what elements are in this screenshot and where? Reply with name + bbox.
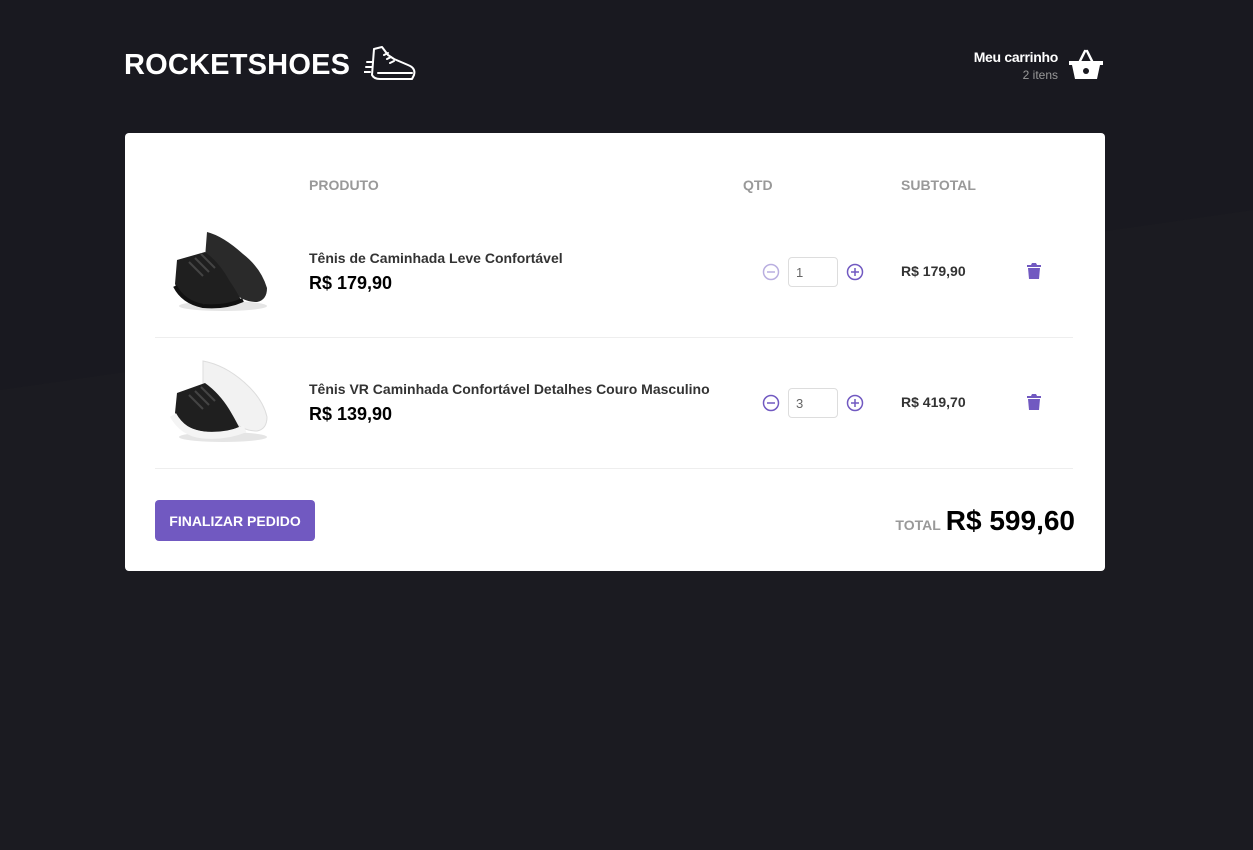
total-value: R$ 599,60 <box>945 504 1075 536</box>
cart-title: Meu carrinho <box>973 48 1059 65</box>
plus-circle-icon <box>846 394 864 412</box>
plus-circle-icon <box>846 263 864 281</box>
header-product: PRODUTO <box>309 177 379 193</box>
header-delete <box>1007 163 1073 207</box>
cart-info: Meu carrinho 2 itens <box>973 48 1059 82</box>
product-price: R$ 139,90 <box>309 404 393 424</box>
subtotal-cell: R$ 179,90 <box>901 207 1007 338</box>
quantity-stepper <box>743 388 901 418</box>
minus-circle-icon <box>762 394 780 412</box>
header-qty: QTD <box>743 177 773 193</box>
row-subtotal: R$ 419,70 <box>901 394 966 410</box>
quantity-stepper <box>743 257 901 287</box>
subtotal-cell: R$ 419,70 <box>901 338 1007 469</box>
trash-icon <box>1027 262 1041 279</box>
logo-text: ROCKETSHOES <box>124 48 351 81</box>
delete-cell <box>1007 338 1073 469</box>
finish-order-button[interactable]: FINALIZAR PEDIDO <box>155 500 315 541</box>
header-image <box>155 163 295 207</box>
product-info-cell: Tênis VR Caminhada Confortável Detalhes … <box>295 338 743 469</box>
row-subtotal: R$ 179,90 <box>901 263 966 279</box>
header-subtotal: SUBTOTAL <box>901 177 976 193</box>
logo-link[interactable]: ROCKETSHOES <box>124 45 418 85</box>
shopping-basket-icon <box>1069 49 1103 79</box>
cart-link[interactable]: Meu carrinho 2 itens <box>974 49 1104 82</box>
table-header-row: PRODUTO QTD SUBTOTAL <box>155 163 1073 207</box>
black-sneaker-image <box>173 232 267 311</box>
delete-button[interactable] <box>1027 393 1041 413</box>
table-row: Tênis VR Caminhada Confortável Detalhes … <box>155 338 1073 469</box>
trash-icon <box>1027 393 1041 410</box>
increment-button[interactable] <box>846 263 864 281</box>
total-label: TOTAL <box>895 516 941 533</box>
table-row: Tênis de Caminhada Leve Confortável R$ 1… <box>155 207 1073 338</box>
delete-button[interactable] <box>1027 262 1041 282</box>
cart-footer: FINALIZAR PEDIDO TOTAL R$ 599,60 <box>155 500 1075 541</box>
total: TOTAL R$ 599,60 <box>895 505 1075 537</box>
header: ROCKETSHOES Meu carrinho 2 itens <box>124 40 1104 90</box>
cart-table: PRODUTO QTD SUBTOTAL Tênis de Caminhada … <box>155 163 1073 469</box>
product-name: Tênis VR Caminhada Confortável Detalhes … <box>309 381 710 397</box>
delete-cell <box>1007 207 1073 338</box>
product-price: R$ 179,90 <box>309 273 393 293</box>
cart-count: 2 itens <box>1022 67 1058 82</box>
product-info-cell: Tênis de Caminhada Leve Confortável R$ 1… <box>295 207 743 338</box>
quantity-cell <box>743 338 901 469</box>
running-shoe-icon <box>364 46 416 80</box>
increment-button[interactable] <box>846 394 864 412</box>
black-white-sneaker-image <box>169 360 268 442</box>
decrement-button[interactable] <box>762 394 780 412</box>
quantity-cell <box>743 207 901 338</box>
product-name: Tênis de Caminhada Leve Confortável <box>309 250 563 266</box>
quantity-input[interactable] <box>788 388 838 418</box>
quantity-input[interactable] <box>788 257 838 287</box>
decrement-button[interactable] <box>762 263 780 281</box>
product-image-cell <box>155 207 295 338</box>
cart-panel: PRODUTO QTD SUBTOTAL Tênis de Caminhada … <box>125 133 1105 571</box>
product-image-cell <box>155 338 295 469</box>
minus-circle-icon <box>762 263 780 281</box>
